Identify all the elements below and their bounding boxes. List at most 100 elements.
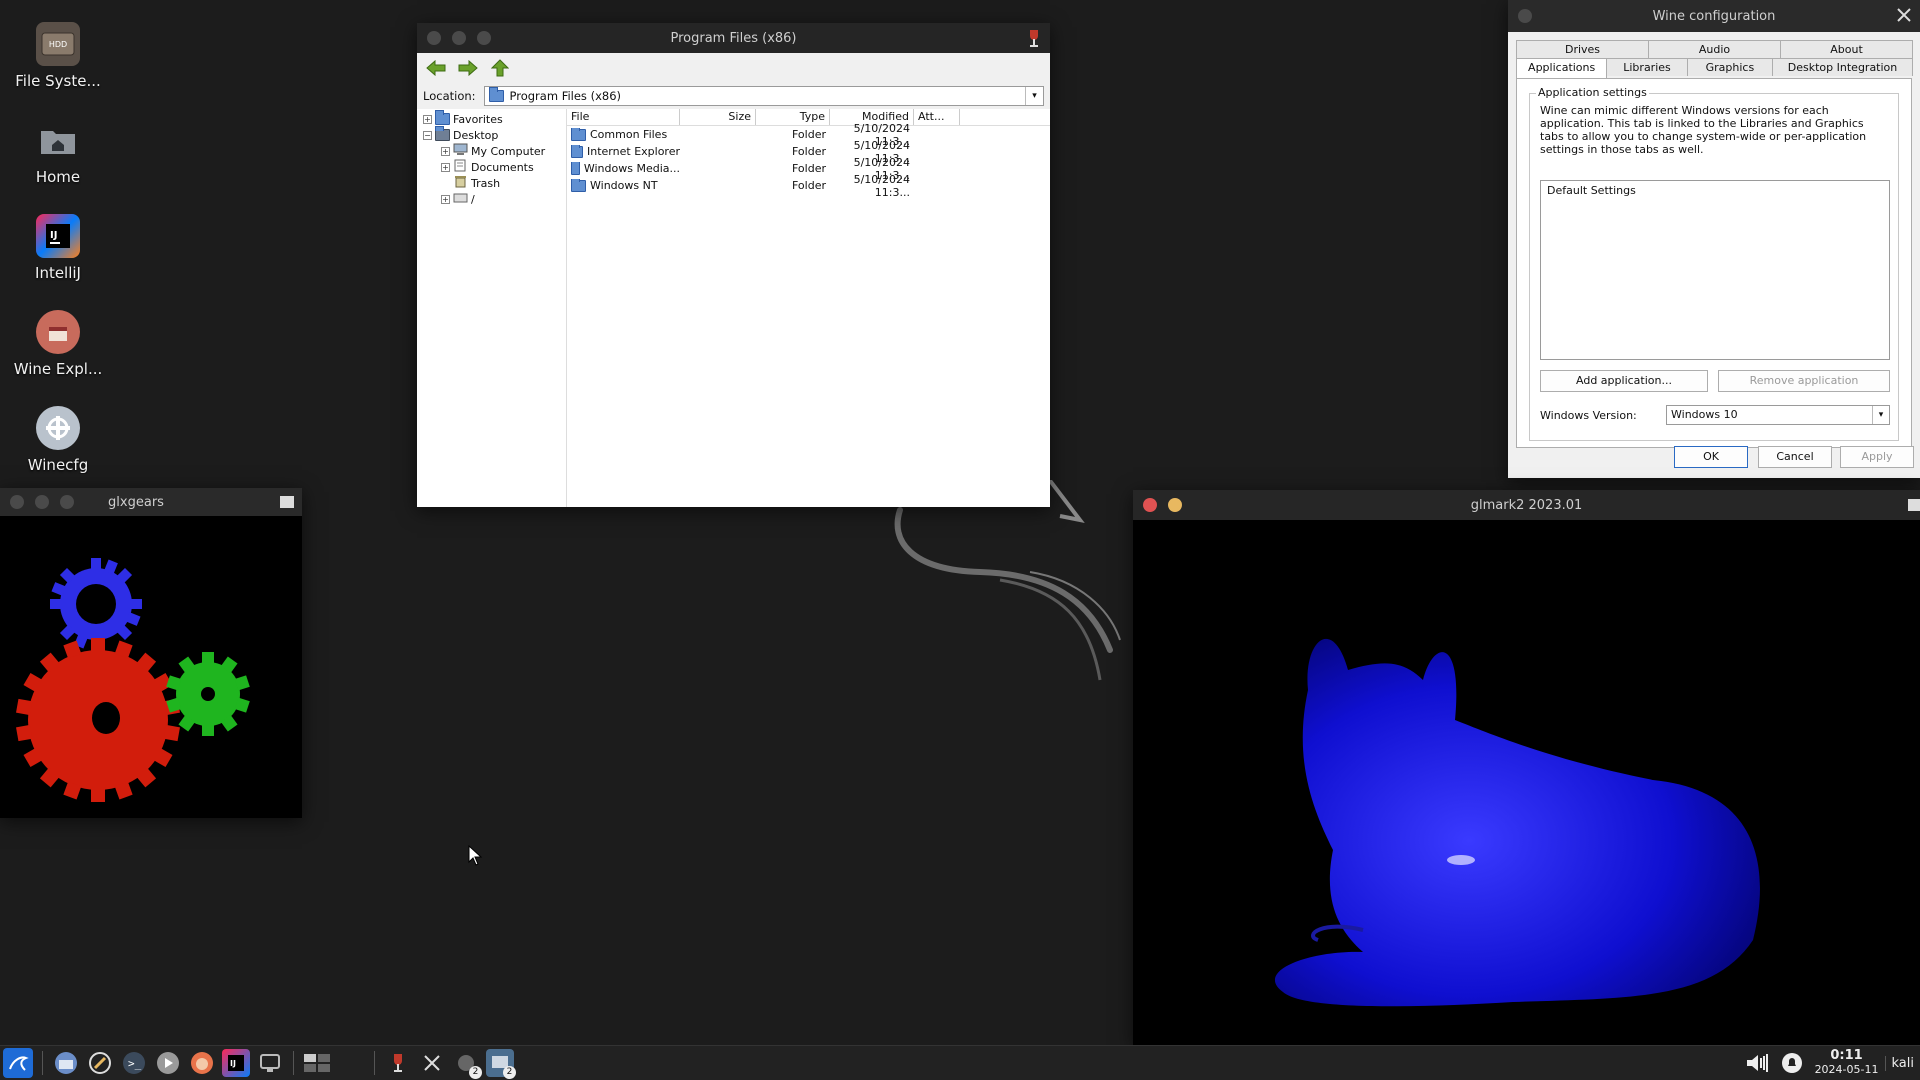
tree-item-trash[interactable]: Trash [423, 175, 566, 191]
cancel-button[interactable]: Cancel [1758, 446, 1832, 468]
tab-applications[interactable]: Applications [1516, 58, 1608, 78]
column-header-type[interactable]: Type [756, 109, 830, 125]
desktop-icon-winecfg[interactable]: Winecfg [10, 406, 106, 474]
windows-version-select[interactable]: Windows 10 ▾ [1666, 405, 1890, 425]
notification-bell-icon[interactable] [1778, 1049, 1806, 1077]
tab-drives[interactable]: Drives [1516, 40, 1649, 58]
workspace-switcher-icon[interactable] [303, 1049, 331, 1077]
tab-libraries[interactable]: Libraries [1606, 58, 1688, 76]
clock[interactable]: 0:11 2024-05-11 [1815, 1049, 1879, 1077]
tree-item-label: Trash [471, 176, 501, 190]
desktop-icon-label: Home [35, 168, 81, 186]
file-list: File Size Type Modified Att... Common Fi… [567, 109, 1050, 507]
desktop-icon-wine-explorer[interactable]: Wine Expl... [10, 310, 106, 378]
close-button[interactable] [1143, 498, 1157, 512]
monitor-icon[interactable] [256, 1049, 284, 1077]
window-title: glmark2 2023.01 [1470, 497, 1583, 513]
close-button[interactable] [10, 495, 24, 509]
window-menu-icon[interactable] [280, 496, 294, 508]
file-name: Windows NT [590, 179, 658, 192]
column-header-file[interactable]: File [567, 109, 680, 125]
chevron-down-icon[interactable]: ▾ [1872, 406, 1889, 424]
maximize-button[interactable] [60, 495, 74, 509]
tools-icon[interactable] [1896, 7, 1912, 27]
file-list-header: File Size Type Modified Att... [567, 109, 1050, 126]
volume-icon[interactable] [1744, 1049, 1772, 1077]
tree-item-label: My Computer [471, 144, 546, 158]
tab-graphics[interactable]: Graphics [1686, 58, 1774, 76]
file-row[interactable]: Common Files Folder 5/10/2024 11:3... [567, 122, 1050, 148]
remove-application-button[interactable]: Remove application [1718, 370, 1890, 392]
tree-expander[interactable]: + [441, 162, 450, 172]
desktop-icon-intellij[interactable]: IJ IntelliJ [10, 214, 106, 282]
up-arrow-icon[interactable] [489, 57, 511, 79]
wine-explorer-task-icon[interactable] [384, 1049, 412, 1077]
intellij-taskbar-icon[interactable]: IJ [222, 1049, 250, 1077]
clock-date: 2024-05-11 [1814, 1063, 1879, 1076]
text-editor-icon[interactable] [86, 1049, 114, 1077]
glxgears-titlebar[interactable]: glxgears [0, 488, 302, 516]
glmark-task-icon[interactable]: 2 [486, 1049, 516, 1079]
clock-time: 0:11 [1830, 1048, 1863, 1063]
tree-item-favorites[interactable]: + Favorites [423, 110, 566, 127]
maximize-button[interactable] [477, 31, 491, 45]
location-value: Program Files (x86) [509, 89, 621, 103]
list-item[interactable]: Default Settings [1547, 184, 1883, 197]
file-row[interactable]: Windows Media... Folder 5/10/2024 11:3..… [567, 156, 1050, 182]
column-header-attributes[interactable]: Att... [914, 109, 960, 125]
tab-about[interactable]: About [1780, 40, 1913, 58]
glxgears-task-icon[interactable]: 2 [452, 1049, 482, 1079]
winecfg-icon [36, 406, 80, 450]
window-menu-icon[interactable] [1908, 499, 1920, 511]
tree-item-label: / [471, 192, 475, 206]
tree-expander[interactable]: − [423, 130, 432, 140]
windows-version-value: Windows 10 [1671, 408, 1738, 421]
chevron-down-icon[interactable]: ▾ [1025, 87, 1043, 105]
desktop-icon-home[interactable]: Home [10, 118, 106, 186]
minimize-button[interactable] [1168, 498, 1182, 512]
folder-icon [571, 145, 584, 158]
tab-desktop-integration[interactable]: Desktop Integration [1772, 58, 1913, 76]
minimize-button[interactable] [452, 31, 466, 45]
add-application-button[interactable]: Add application... [1540, 370, 1708, 392]
location-field[interactable]: Program Files (x86) ▾ [483, 86, 1044, 106]
kali-menu-icon[interactable] [3, 1048, 33, 1078]
tree-item-my-computer[interactable]: + My Computer [423, 143, 566, 159]
tree-expander[interactable]: + [423, 114, 432, 124]
media-player-icon[interactable] [154, 1049, 182, 1077]
glmark-titlebar[interactable]: glmark2 2023.01 [1133, 490, 1920, 520]
ok-button[interactable]: OK [1674, 446, 1748, 468]
winecfg-titlebar[interactable]: Wine configuration [1508, 0, 1920, 32]
file-row[interactable]: Windows NT Folder 5/10/2024 11:3... [567, 173, 1050, 199]
documents-icon [453, 159, 468, 175]
hdd-icon: HDD [36, 22, 80, 66]
file-type: Folder [792, 162, 826, 175]
windows-version-row: Windows Version: Windows 10 ▾ [1540, 404, 1890, 426]
desktop-icon-filesystem[interactable]: HDD File Syste... [10, 22, 106, 90]
back-arrow-icon[interactable] [425, 57, 447, 79]
glxgears-window: glxgears [0, 488, 302, 818]
firefox-icon[interactable] [188, 1049, 216, 1077]
minimize-button[interactable] [35, 495, 49, 509]
terminal-icon[interactable]: >_ [120, 1049, 148, 1077]
tree-expander[interactable]: + [441, 146, 450, 156]
tree-item-documents[interactable]: + Documents [423, 159, 566, 175]
column-header-size[interactable]: Size [680, 109, 756, 125]
close-button[interactable] [427, 31, 441, 45]
tab-audio[interactable]: Audio [1648, 40, 1781, 58]
user-name[interactable]: kali [1884, 1055, 1914, 1071]
apply-button[interactable]: Apply [1840, 446, 1914, 468]
forward-arrow-icon[interactable] [457, 57, 479, 79]
file-row[interactable]: Internet Explorer Folder 5/10/2024 11:3.… [567, 139, 1050, 165]
tree-item-label: Favorites [453, 112, 503, 126]
tree-expander[interactable]: + [441, 194, 450, 204]
close-button[interactable] [1518, 9, 1532, 23]
tabs-top-row: Drives Audio About [1508, 40, 1920, 58]
file-manager-icon[interactable] [52, 1049, 80, 1077]
taskbar: >_ IJ 2 2 0:11 2024-05-11 kali [0, 1045, 1920, 1080]
tree-item-desktop[interactable]: − Desktop [423, 126, 566, 143]
winecfg-task-icon[interactable] [418, 1049, 446, 1077]
explorer-titlebar[interactable]: Program Files (x86) [417, 23, 1050, 53]
application-list[interactable]: Default Settings [1540, 180, 1890, 360]
tree-item-root[interactable]: + / [423, 191, 566, 207]
